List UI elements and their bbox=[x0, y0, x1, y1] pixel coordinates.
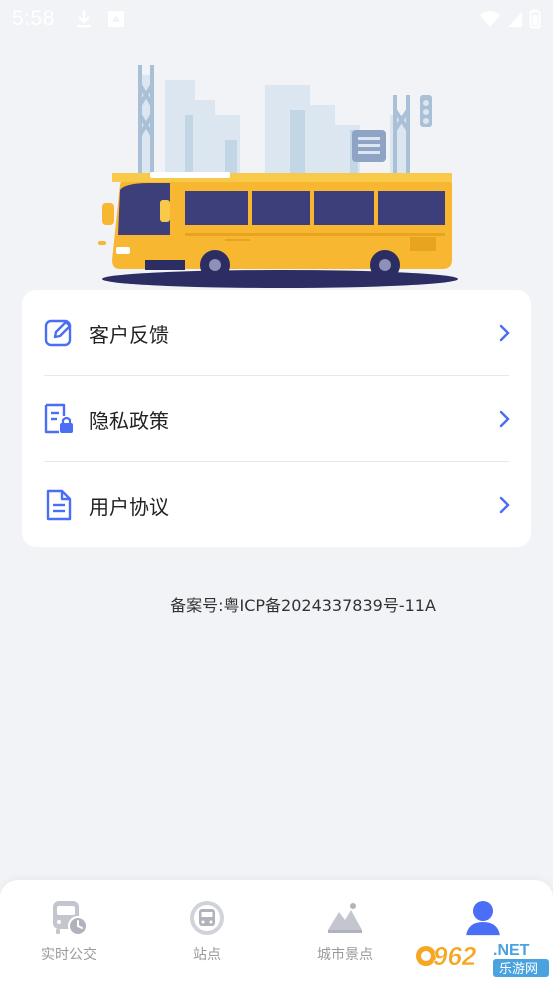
nav-tab-realtime-bus[interactable]: 实时公交 bbox=[0, 898, 138, 970]
edit-feedback-icon bbox=[42, 316, 76, 350]
menu-item-label: 客户反馈 bbox=[89, 322, 169, 347]
city-scenery-icon bbox=[328, 903, 362, 933]
nav-tab-stations[interactable]: 站点 bbox=[138, 898, 276, 970]
wifi-icon bbox=[480, 11, 500, 27]
privacy-lock-document-icon bbox=[42, 402, 76, 436]
menu-item-label: 隐私政策 bbox=[89, 408, 169, 433]
watermark-net-text: .NET bbox=[493, 942, 530, 959]
watermark-962-logo: 962 .NET 乐游网 bbox=[413, 935, 551, 981]
signal-icon bbox=[508, 12, 522, 27]
watermark-cn-text: 乐游网 bbox=[499, 962, 538, 977]
status-notifications bbox=[75, 9, 125, 29]
battery-icon bbox=[529, 9, 541, 29]
nav-tab-city-scenery[interactable]: 城市景点 bbox=[276, 898, 414, 970]
settings-menu-card: 客户反馈 隐私政策 用户协议 bbox=[22, 290, 531, 547]
nav-label: 实时公交 bbox=[41, 947, 97, 963]
chevron-right-icon bbox=[499, 496, 510, 514]
icp-record-text: 备案号:粤ICP备2024337839号-11A bbox=[170, 596, 436, 615]
download-icon bbox=[76, 10, 91, 28]
status-bar: 5:58 bbox=[0, 0, 553, 38]
menu-item-user-agreement[interactable]: 用户协议 bbox=[22, 462, 531, 548]
nav-label: 城市景点 bbox=[317, 947, 373, 963]
document-icon bbox=[42, 488, 76, 522]
chevron-right-icon bbox=[499, 410, 510, 428]
bus-stop-icon bbox=[190, 901, 224, 935]
app-notification-icon bbox=[107, 11, 124, 27]
nav-label: 站点 bbox=[193, 947, 221, 963]
realtime-bus-icon bbox=[53, 901, 88, 936]
menu-item-feedback[interactable]: 客户反馈 bbox=[22, 290, 531, 376]
watermark-962-text: 962 bbox=[433, 941, 477, 971]
menu-item-privacy-policy[interactable]: 隐私政策 bbox=[22, 376, 531, 462]
status-time: 5:58 bbox=[12, 7, 55, 30]
status-system-icons bbox=[479, 9, 541, 29]
menu-item-label: 用户协议 bbox=[89, 494, 169, 519]
profile-icon bbox=[466, 901, 500, 936]
bus-city-illustration bbox=[98, 65, 458, 288]
chevron-right-icon bbox=[499, 324, 510, 342]
